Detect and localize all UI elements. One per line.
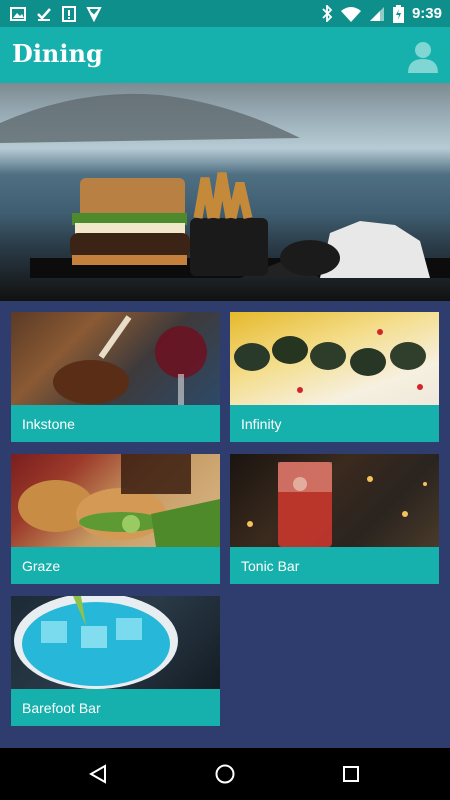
check-icon — [37, 7, 51, 21]
venue-label: Infinity — [241, 416, 282, 432]
venue-card-infinity[interactable]: Infinity — [230, 312, 439, 442]
venue-image — [11, 312, 220, 405]
back-icon[interactable] — [88, 764, 108, 784]
venue-label: Inkstone — [22, 416, 75, 432]
home-icon[interactable] — [214, 763, 236, 785]
venue-grid: Inkstone Infinity Graze Tonic Bar Barefo… — [0, 301, 450, 748]
venue-label: Graze — [22, 558, 61, 574]
status-time: 9:39 — [411, 5, 442, 22]
profile-icon[interactable] — [406, 39, 440, 73]
venue-card-graze[interactable]: Graze — [11, 454, 220, 584]
venue-card-tonic-bar[interactable]: Tonic Bar — [230, 454, 439, 584]
hero-image — [0, 83, 450, 301]
app-bar: Dining — [0, 27, 450, 83]
signal-icon — [369, 6, 384, 21]
venue-image — [230, 312, 439, 405]
venue-image — [11, 454, 220, 547]
download-icon — [86, 6, 102, 22]
bluetooth-icon — [322, 5, 333, 22]
venue-image — [230, 454, 439, 547]
wifi-icon — [340, 6, 361, 22]
status-bar: 9:39 — [0, 0, 450, 27]
recents-icon[interactable] — [342, 765, 360, 783]
notification-icon — [62, 5, 76, 22]
venue-image — [11, 596, 220, 689]
venue-card-inkstone[interactable]: Inkstone — [11, 312, 220, 442]
battery-icon — [392, 4, 404, 23]
venue-card-barefoot-bar[interactable]: Barefoot Bar — [11, 596, 220, 726]
image-icon — [10, 6, 26, 21]
venue-label: Barefoot Bar — [22, 700, 101, 716]
page-title: Dining — [12, 39, 103, 68]
venue-label: Tonic Bar — [241, 558, 300, 574]
navigation-bar — [0, 748, 450, 800]
